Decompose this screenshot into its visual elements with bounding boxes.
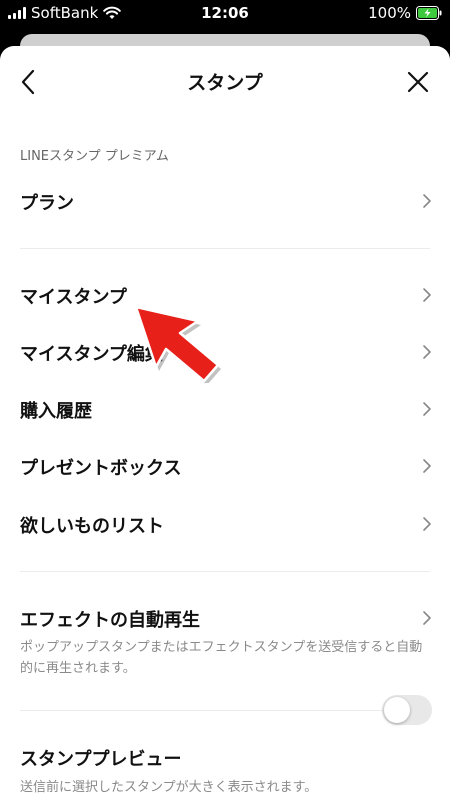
menu-item-plan[interactable]: プラン	[0, 176, 450, 226]
stamp-settings-sheet: スタンプ LINEスタンプ プレミアム プラン マイスタンプ マイスタンプ編集 …	[0, 46, 450, 800]
stamp-preview-row: スタンププレビュー	[0, 732, 450, 782]
status-bar: SoftBank 12:06 100%	[0, 0, 450, 26]
page-title: スタンプ	[187, 72, 263, 94]
chevron-right-icon	[423, 611, 431, 625]
chevron-right-icon	[423, 288, 431, 302]
stamp-preview-toggle[interactable]	[382, 695, 432, 725]
status-right: 100%	[368, 4, 442, 22]
section-label-premium: LINEスタンプ プレミアム	[20, 149, 169, 164]
chevron-right-icon	[423, 459, 431, 473]
divider	[20, 571, 430, 572]
battery-percent: 100%	[368, 4, 411, 22]
chevron-right-icon	[423, 345, 431, 359]
menu-item-label: 購入履歴	[20, 401, 92, 422]
menu-item-my-stamps-edit[interactable]: マイスタンプ編集	[0, 327, 450, 377]
divider	[20, 710, 430, 711]
nav-bar: スタンプ	[0, 46, 450, 118]
battery-charging-icon	[416, 6, 442, 20]
annotation-arrow-icon	[134, 305, 221, 383]
stamp-preview-description: 送信前に選択したスタンプが大きく表示されます。	[20, 780, 318, 795]
menu-item-label: 欲しいものリスト	[20, 516, 164, 537]
menu-item-label: プラン	[20, 193, 74, 214]
menu-item-my-stamps[interactable]: マイスタンプ	[0, 270, 450, 320]
close-icon	[407, 71, 429, 93]
chevron-right-icon	[423, 517, 431, 531]
effect-autoplay-row[interactable]: エフェクトの自動再生	[0, 593, 450, 643]
effect-autoplay-description: ポップアップスタンプまたはエフェクトスタンプを送受信すると自動的に再生されます。	[20, 640, 423, 676]
divider	[20, 248, 430, 249]
menu-item-wishlist[interactable]: 欲しいものリスト	[0, 499, 450, 549]
stamp-preview-label: スタンププレビュー	[20, 749, 182, 770]
effect-autoplay-label: エフェクトの自動再生	[20, 610, 200, 631]
menu-item-label: マイスタンプ	[20, 287, 127, 308]
toggle-knob	[384, 697, 410, 723]
chevron-right-icon	[423, 402, 431, 416]
menu-item-present-box[interactable]: プレゼントボックス	[0, 441, 450, 491]
menu-item-purchase-history[interactable]: 購入履歴	[0, 384, 450, 434]
chevron-right-icon	[423, 194, 431, 208]
menu-item-label: プレゼントボックス	[20, 458, 182, 479]
close-button[interactable]	[404, 68, 432, 96]
